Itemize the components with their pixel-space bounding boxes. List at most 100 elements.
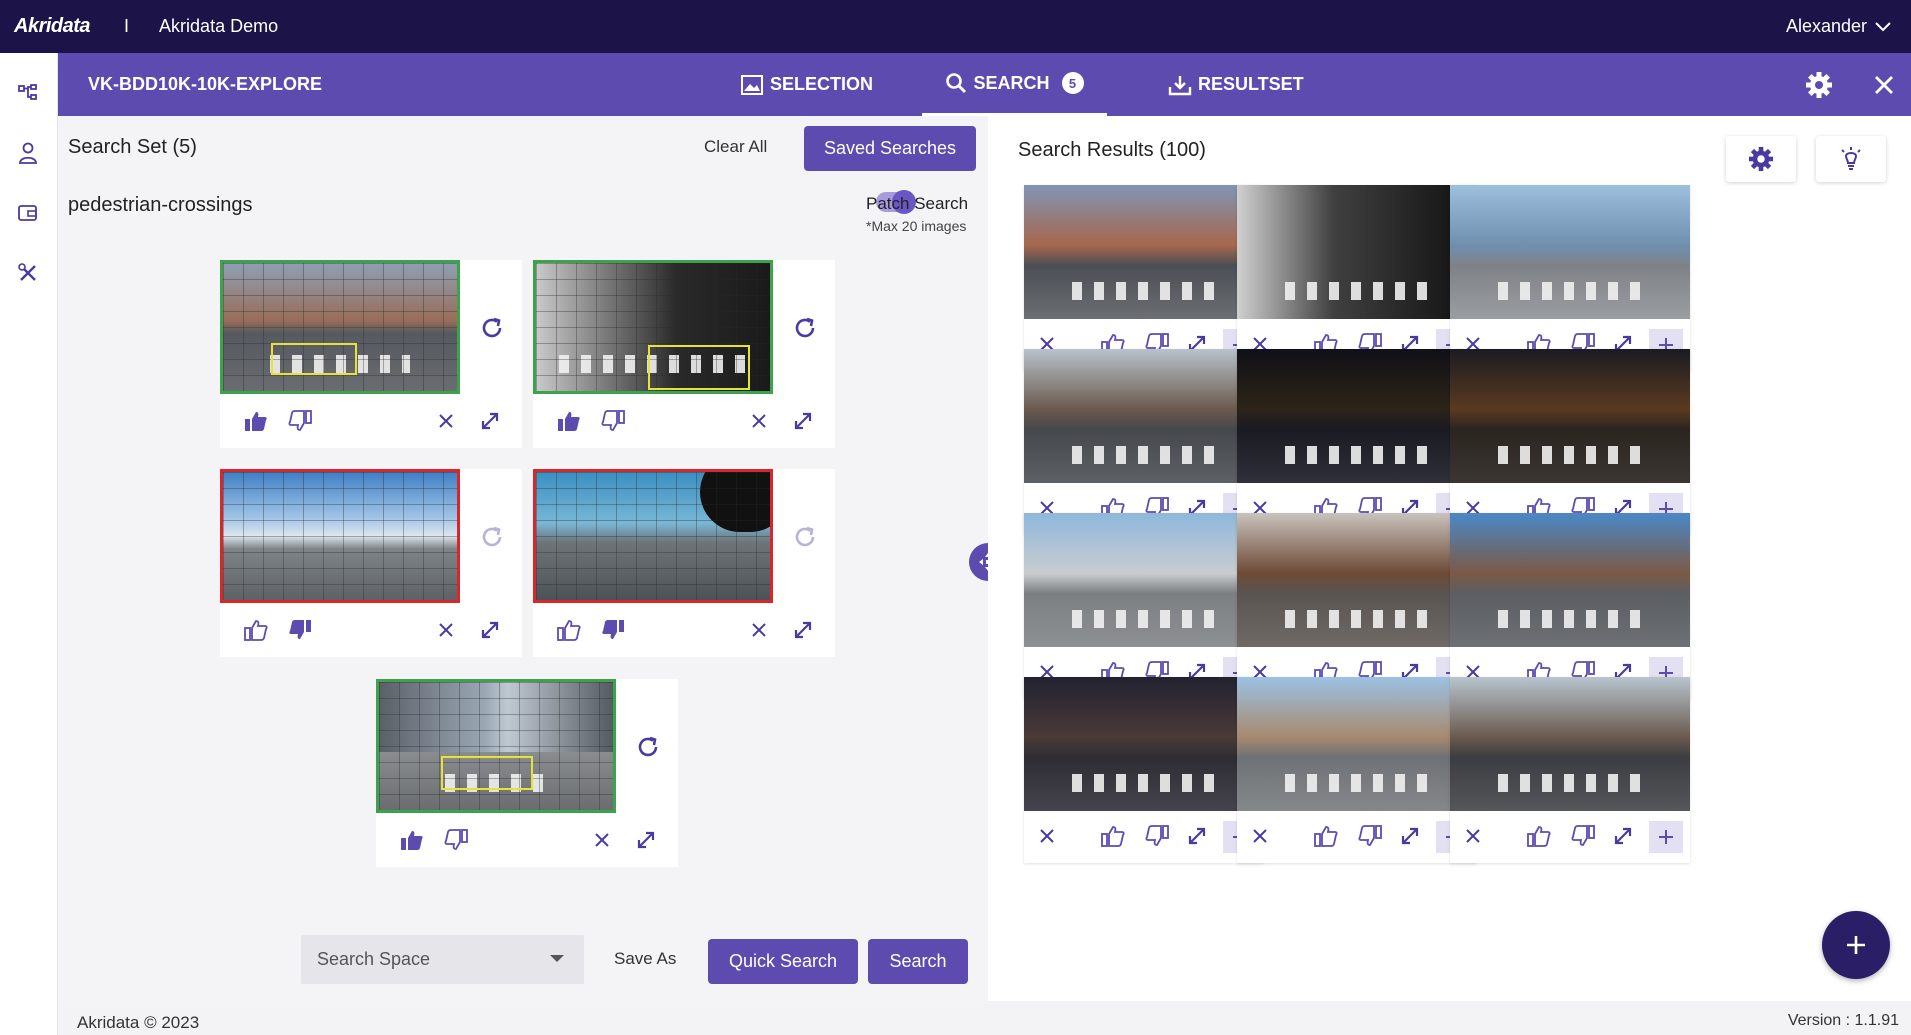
- search-result-card: [1024, 677, 1264, 863]
- expand-icon[interactable]: [1397, 823, 1423, 849]
- user-icon[interactable]: [14, 139, 42, 167]
- search-result-image[interactable]: [1450, 349, 1690, 483]
- thumbs-up-icon[interactable]: [242, 407, 270, 435]
- thumbs-up-icon[interactable]: [555, 407, 583, 435]
- card-actions: [220, 603, 522, 657]
- quick-search-button[interactable]: Quick Search: [708, 939, 858, 984]
- search-result-card: [1237, 349, 1477, 535]
- clear-all-button[interactable]: Clear All: [704, 137, 767, 157]
- thumbs-down-icon[interactable]: [1357, 823, 1383, 849]
- refresh-icon[interactable]: [791, 314, 819, 342]
- tools-icon[interactable]: [14, 259, 42, 287]
- search-result-image[interactable]: [1024, 513, 1264, 647]
- thumbs-up-icon[interactable]: [398, 826, 426, 854]
- saved-searches-button[interactable]: Saved Searches: [804, 126, 976, 171]
- result-actions: [1237, 811, 1477, 863]
- thumbs-down-icon[interactable]: [1144, 823, 1170, 849]
- version-label: Version : 1.1.91: [1787, 1012, 1899, 1029]
- search-item-image[interactable]: [533, 260, 773, 394]
- search-result-image[interactable]: [1450, 677, 1690, 811]
- remove-icon[interactable]: [745, 616, 773, 644]
- search-result-image[interactable]: [1024, 349, 1264, 483]
- result-actions: [1450, 811, 1690, 863]
- search-result-card: [1450, 185, 1690, 371]
- crosswalk-stripes: [1072, 773, 1216, 793]
- search-result-image[interactable]: [1237, 677, 1477, 811]
- crosswalk-stripes: [1072, 609, 1216, 629]
- search-result-card: [1450, 677, 1690, 863]
- expand-icon[interactable]: [1184, 823, 1210, 849]
- thumbs-down-icon[interactable]: [442, 826, 470, 854]
- wallet-icon[interactable]: [14, 199, 42, 227]
- expand-icon[interactable]: [476, 407, 504, 435]
- tab-selection[interactable]: SELECTION: [740, 53, 873, 116]
- refresh-icon[interactable]: [478, 314, 506, 342]
- expand-icon[interactable]: [476, 616, 504, 644]
- akridata-logo[interactable]: Akridata: [14, 15, 91, 38]
- refresh-icon[interactable]: [478, 523, 506, 551]
- gear-icon[interactable]: [1803, 69, 1835, 101]
- caret-down-icon: [550, 955, 564, 962]
- search-item-image[interactable]: [220, 469, 460, 603]
- remove-icon[interactable]: [1034, 823, 1060, 849]
- card-actions: [220, 394, 522, 448]
- thumbs-down-icon[interactable]: [599, 407, 627, 435]
- search-item-image[interactable]: [220, 260, 460, 394]
- search-result-image[interactable]: [1237, 513, 1477, 647]
- thumbs-up-icon[interactable]: [1100, 823, 1126, 849]
- expand-icon[interactable]: [789, 616, 817, 644]
- thumbs-up-icon[interactable]: [555, 616, 583, 644]
- search-item-image[interactable]: [376, 679, 616, 813]
- search-set-name: pedestrian-crossings: [68, 194, 253, 216]
- refresh-icon[interactable]: [634, 733, 662, 761]
- results-settings-button[interactable]: [1726, 136, 1796, 182]
- tab-resultset[interactable]: RESULTSET: [1168, 53, 1304, 116]
- remove-icon[interactable]: [588, 826, 616, 854]
- project-bar: VK-BDD10K-10K-EXPLORE SELECTION SEARCH 5…: [58, 53, 1911, 116]
- search-button[interactable]: Search: [868, 939, 968, 984]
- search-item-card: [220, 260, 522, 448]
- user-menu[interactable]: Alexander: [1786, 0, 1891, 53]
- search-result-card: [1024, 185, 1264, 371]
- remove-icon[interactable]: [745, 407, 773, 435]
- search-result-image[interactable]: [1024, 185, 1264, 319]
- card-actions: [376, 813, 678, 867]
- remove-icon[interactable]: [1460, 823, 1486, 849]
- expand-icon[interactable]: [632, 826, 660, 854]
- thumbs-up-icon[interactable]: [242, 616, 270, 644]
- thumbs-down-icon[interactable]: [286, 616, 314, 644]
- remove-icon[interactable]: [432, 407, 460, 435]
- hierarchy-icon[interactable]: [14, 79, 42, 107]
- crosswalk-stripes: [1072, 445, 1216, 465]
- tab-search[interactable]: SEARCH 5: [922, 53, 1107, 116]
- search-item-image[interactable]: [533, 469, 773, 603]
- save-as-button[interactable]: Save As: [614, 949, 676, 969]
- search-results-panel: Search Results (100): [988, 116, 1911, 1001]
- search-result-card: [1237, 513, 1477, 699]
- app-name: Akridata Demo: [159, 16, 279, 36]
- close-icon[interactable]: [1868, 69, 1900, 101]
- search-result-image[interactable]: [1450, 513, 1690, 647]
- search-space-select[interactable]: Search Space: [301, 935, 584, 984]
- expand-icon[interactable]: [789, 407, 817, 435]
- search-result-image[interactable]: [1450, 185, 1690, 319]
- thumbs-up-icon[interactable]: [1526, 823, 1552, 849]
- crosswalk-stripes: [1498, 773, 1642, 793]
- expand-icon[interactable]: [1610, 823, 1636, 849]
- thumbs-down-icon[interactable]: [599, 616, 627, 644]
- search-result-image[interactable]: [1237, 349, 1477, 483]
- search-result-card: [1024, 513, 1264, 699]
- thumbs-down-icon[interactable]: [1570, 823, 1596, 849]
- thumbs-up-icon[interactable]: [1313, 823, 1339, 849]
- add-to-search-icon[interactable]: [1649, 821, 1683, 853]
- refresh-icon[interactable]: [791, 523, 819, 551]
- search-result-image[interactable]: [1024, 677, 1264, 811]
- search-set-panel: Search Set (5) Clear All Saved Searches …: [58, 116, 988, 1001]
- remove-icon[interactable]: [1247, 823, 1273, 849]
- search-result-image[interactable]: [1237, 185, 1477, 319]
- thumbs-down-icon[interactable]: [286, 407, 314, 435]
- remove-icon[interactable]: [432, 616, 460, 644]
- add-button[interactable]: [1822, 911, 1890, 979]
- results-insights-button[interactable]: [1816, 136, 1886, 182]
- crosswalk-stripes: [1498, 445, 1642, 465]
